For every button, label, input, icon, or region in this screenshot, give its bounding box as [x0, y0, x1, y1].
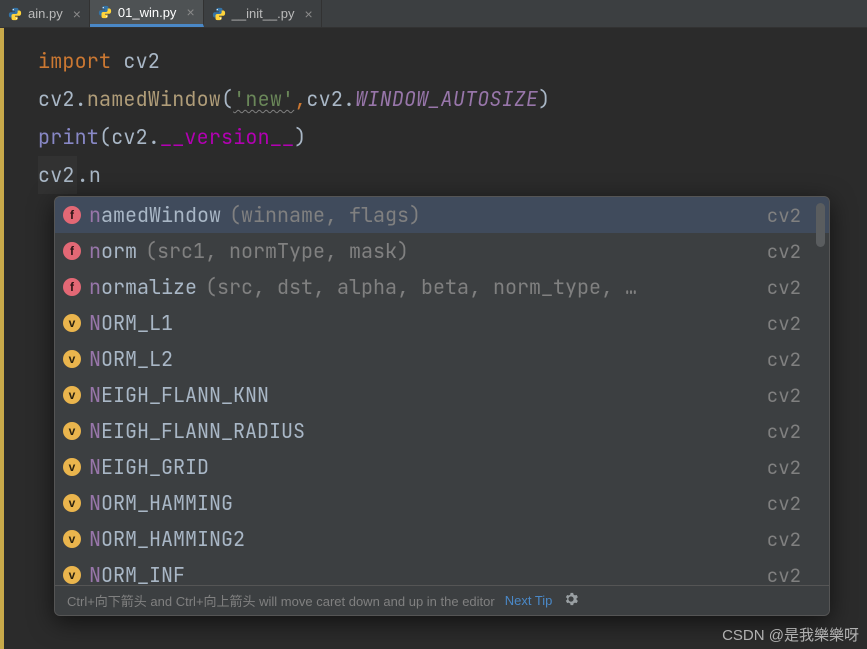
constant: WINDOW_AUTOSIZE: [355, 86, 538, 112]
code-editor[interactable]: import cv2 cv2.namedWindow('new',cv2.WIN…: [0, 28, 867, 194]
identifier: cv2: [38, 162, 75, 188]
code-line-current[interactable]: cv2.n: [38, 156, 867, 194]
python-file-icon: [98, 5, 112, 19]
completion-item[interactable]: v NORM_L1 cv2: [55, 305, 829, 341]
identifier: cv2: [111, 124, 148, 150]
keyword: import: [38, 48, 111, 74]
tab-label: 01_win.py: [118, 5, 177, 20]
completion-name: namedWindow: [89, 202, 221, 228]
close-icon[interactable]: ×: [73, 6, 81, 22]
python-file-icon: [8, 7, 22, 21]
completion-name: NEIGH_GRID: [89, 454, 209, 480]
completion-list[interactable]: f namedWindow (winname, flags) cv2 fnorm (src…: [55, 197, 829, 585]
code-line[interactable]: import cv2: [38, 42, 867, 80]
completion-name: NEIGH_FLANN_KNN: [89, 382, 269, 408]
editor-tab-bar: ain.py × 01_win.py × __init__.py ×: [0, 0, 867, 28]
module-name: cv2: [123, 48, 160, 74]
variable-icon: v: [63, 422, 81, 440]
variable-icon: v: [63, 314, 81, 332]
identifier: cv2: [38, 86, 75, 112]
variable-icon: v: [63, 350, 81, 368]
completion-item[interactable]: v NORM_HAMMING cv2: [55, 485, 829, 521]
completion-origin: cv2: [767, 347, 801, 372]
completion-name: NEIGH_FLANN_RADIUS: [89, 418, 305, 444]
function-call: namedWindow: [87, 86, 221, 112]
identifier: cv2: [306, 86, 343, 112]
completion-item[interactable]: v NEIGH_FLANN_RADIUS cv2: [55, 413, 829, 449]
next-tip-link[interactable]: Next Tip: [505, 593, 553, 608]
gear-icon[interactable]: [564, 592, 578, 609]
completion-name: NORM_HAMMING: [89, 490, 233, 516]
close-icon[interactable]: ×: [186, 4, 194, 20]
completion-origin: cv2: [767, 311, 801, 336]
completion-signature: (src, dst, alpha, beta, norm_type, …: [205, 274, 637, 300]
completion-signature: (src1, normType, mask): [145, 238, 409, 264]
completion-origin: cv2: [767, 203, 801, 228]
scrollbar-thumb[interactable]: [816, 203, 825, 247]
completion-origin: cv2: [767, 239, 801, 264]
completion-item[interactable]: v NORM_INF cv2: [55, 557, 829, 585]
completion-item[interactable]: f namedWindow (winname, flags) cv2: [55, 197, 829, 233]
code-line[interactable]: print(cv2.__version__): [38, 118, 867, 156]
completion-signature: (winname, flags): [229, 202, 421, 228]
completion-footer: Ctrl+向下箭头 and Ctrl+向上箭头 will move caret …: [55, 585, 829, 615]
function-icon: f: [63, 278, 81, 296]
completion-item[interactable]: v NORM_L2 cv2: [55, 341, 829, 377]
completion-popup: f namedWindow (winname, flags) cv2 fnorm (src…: [54, 196, 830, 616]
completion-name: normalize: [89, 274, 197, 300]
completion-origin: cv2: [767, 383, 801, 408]
completion-item[interactable]: v NEIGH_FLANN_KNN cv2: [55, 377, 829, 413]
close-icon[interactable]: ×: [305, 6, 313, 22]
completion-origin: cv2: [767, 455, 801, 480]
completion-item[interactable]: f normalize (src, dst, alpha, beta, norm_t…: [55, 269, 829, 305]
completion-name: norm: [89, 238, 137, 264]
completion-name: NORM_L1: [89, 310, 173, 336]
variable-icon: v: [63, 458, 81, 476]
completion-origin: cv2: [767, 491, 801, 516]
function-icon: f: [63, 242, 81, 260]
variable-icon: v: [63, 494, 81, 512]
gutter-marker: [0, 28, 4, 649]
completion-origin: cv2: [767, 275, 801, 300]
completion-name: NORM_L2: [89, 346, 173, 372]
tab-ain-py[interactable]: ain.py ×: [0, 0, 90, 27]
code-line[interactable]: cv2.namedWindow('new',cv2.WINDOW_AUTOSIZ…: [38, 80, 867, 118]
completion-name: NORM_HAMMING2: [89, 526, 245, 552]
completion-name: NORM_INF: [89, 562, 185, 585]
tab-01-win-py[interactable]: 01_win.py ×: [90, 0, 204, 27]
completion-origin: cv2: [767, 563, 801, 586]
dunder-attr: __version__: [160, 124, 294, 150]
completion-origin: cv2: [767, 527, 801, 552]
completion-item[interactable]: v NEIGH_GRID cv2: [55, 449, 829, 485]
tab-label: ain.py: [28, 6, 63, 21]
string-literal: 'new': [233, 86, 294, 112]
builtin-call: print: [38, 124, 99, 150]
tab-label: __init__.py: [232, 6, 295, 21]
hint-text: Ctrl+向下箭头 and Ctrl+向上箭头 will move caret …: [67, 591, 495, 610]
variable-icon: v: [63, 566, 81, 584]
completion-item[interactable]: v NORM_HAMMING2 cv2: [55, 521, 829, 557]
completion-item[interactable]: fnorm (src1, normType, mask) cv2: [55, 233, 829, 269]
typed-prefix: n: [89, 162, 101, 188]
completion-origin: cv2: [767, 419, 801, 444]
variable-icon: v: [63, 530, 81, 548]
function-icon: f: [63, 206, 81, 224]
variable-icon: v: [63, 386, 81, 404]
watermark: CSDN @是我樂樂呀: [722, 624, 859, 645]
python-file-icon: [212, 7, 226, 21]
tab-init-py[interactable]: __init__.py ×: [204, 0, 322, 27]
